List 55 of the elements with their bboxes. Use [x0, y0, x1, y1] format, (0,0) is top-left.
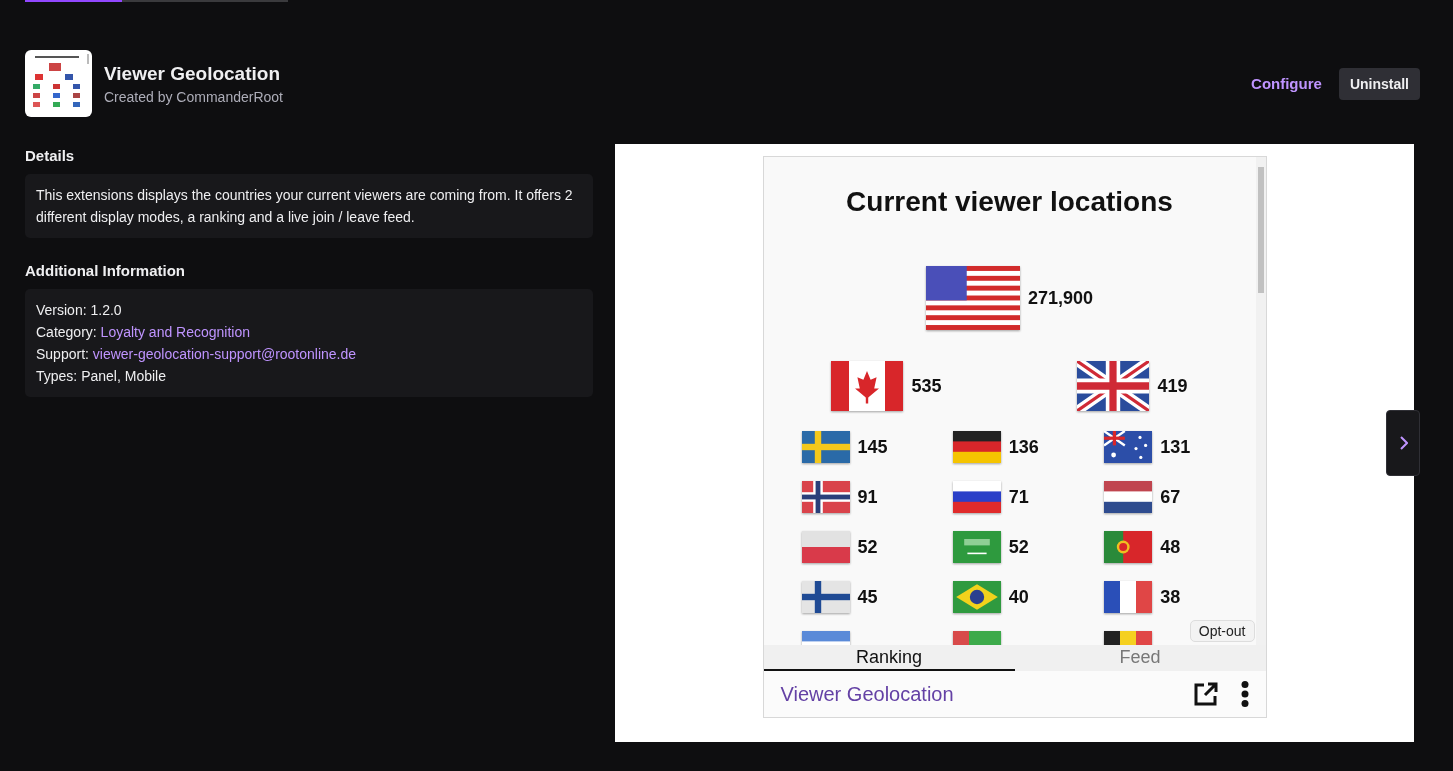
viewer-count: 45 [857, 586, 878, 608]
flag-icon [952, 481, 1001, 513]
flag-icon [1077, 361, 1150, 411]
viewer-count: 67 [1160, 486, 1181, 508]
info-link[interactable]: viewer-geolocation-support@rootonline.de [92, 346, 357, 362]
uninstall-button[interactable]: Uninstall [1338, 67, 1420, 100]
flag-icon [1104, 581, 1153, 613]
opt-out-button[interactable]: Opt-out [1189, 620, 1255, 642]
info-label: Version: [36, 302, 87, 318]
flag-icon [831, 361, 904, 411]
info-link[interactable]: Loyalty and Recognition [100, 324, 251, 340]
info-label: Category: [36, 324, 97, 340]
author-text: Created by CommanderRoot [104, 88, 283, 105]
viewer-count: 419 [1157, 375, 1188, 397]
section-heading: Details [25, 147, 76, 164]
chevron-right-icon [1398, 436, 1408, 450]
flag-icon [801, 431, 850, 463]
viewer-count: 131 [1160, 436, 1191, 458]
more-options-icon[interactable] [1240, 681, 1249, 707]
viewer-count: 91 [857, 486, 878, 508]
panel-title: Current viewer locations [845, 185, 1174, 219]
flag-icon [1104, 431, 1153, 463]
next-button[interactable] [1386, 410, 1420, 476]
flag-icon [1104, 481, 1153, 513]
configure-link[interactable]: Configure [1251, 75, 1322, 92]
section-heading: Additional Information [25, 262, 186, 279]
thumbnail-drawing [25, 50, 92, 117]
flag-icon [1104, 531, 1153, 563]
viewer-count: 271,900 [1027, 287, 1094, 309]
viewer-count: 535 [911, 375, 942, 397]
viewer-count: 52 [857, 536, 878, 558]
info-value: Panel, Mobile [81, 368, 166, 384]
flag-icon [952, 431, 1001, 463]
viewer-count: 52 [1008, 536, 1029, 558]
flag-icon [801, 581, 850, 613]
viewer-count: 136 [1008, 436, 1039, 458]
viewer-count: 48 [1160, 536, 1181, 558]
flag-icon [952, 531, 1001, 563]
viewer-count: 71 [1008, 486, 1029, 508]
info-label: Support: [36, 346, 89, 362]
panel-footer-title: Viewer Geolocation [780, 682, 954, 706]
extension-title: Viewer Geolocation [104, 62, 281, 85]
viewer-count: 38 [1160, 586, 1181, 608]
viewer-count: 40 [1008, 586, 1029, 608]
info-label: Types: [36, 368, 78, 384]
flag-icon [952, 581, 1001, 613]
description-text: This extensions displays the countries your current viewers are coming from. It offers 2 different display modes, a ranking and a live join / leave feed. [36, 186, 574, 227]
flag-icon [925, 266, 1020, 330]
flag-icon [801, 531, 850, 563]
tab[interactable]: Feed [1014, 645, 1266, 671]
flag-icon [801, 481, 850, 513]
scrollbar[interactable] [1255, 157, 1266, 645]
external-link-icon[interactable] [1192, 681, 1219, 707]
info-value: 1.2.0 [90, 302, 122, 318]
viewer-count: 145 [857, 436, 888, 458]
